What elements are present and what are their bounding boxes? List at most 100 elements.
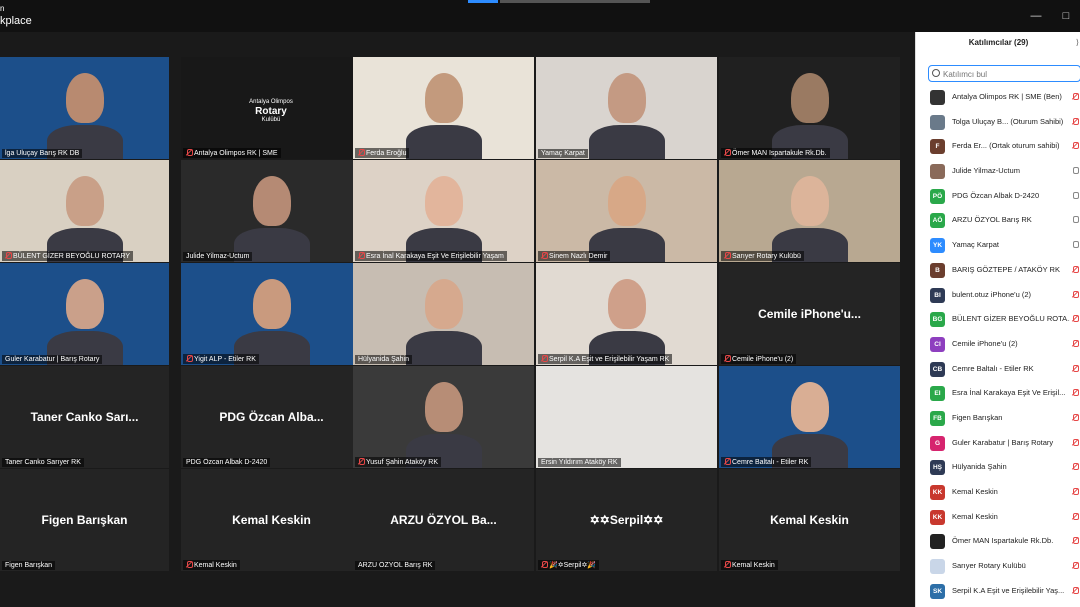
mic-icon[interactable] — [1072, 241, 1079, 249]
video-tile[interactable]: Kemal Keskin Kemal Keskin — [719, 469, 900, 571]
video-tile[interactable]: Ömer MAN Ispartakule Rk.Db. — [719, 57, 900, 159]
video-tile[interactable]: Kemal Keskin Kemal Keskin — [181, 469, 362, 571]
muted-mic-icon[interactable] — [1072, 488, 1079, 495]
muted-mic-icon[interactable] — [1072, 413, 1079, 421]
participant-row[interactable]: Antalya Olimpos RK | SME (Ben) — [916, 85, 1080, 110]
video-tile[interactable]: Cemile iPhone'u... Cemile iPhone'u (2) — [719, 263, 900, 365]
muted-mic-icon[interactable] — [1072, 315, 1079, 323]
avatar: EI — [930, 386, 945, 402]
participant-display-name: ARZU ÖZYOL Ba... — [390, 513, 497, 527]
video-tile[interactable]: ARZU ÖZYOL Ba... ARZU ÖZYOL Barış RK — [353, 469, 534, 571]
video-tile[interactable]: Guler Karabatur | Barış Rotary — [0, 263, 169, 365]
muted-mic-icon[interactable] — [1072, 438, 1079, 446]
mic-icon[interactable] — [1072, 216, 1079, 224]
video-tile[interactable]: Ersin Yıldırım Ataköy RK — [536, 366, 717, 468]
muted-mic-icon[interactable] — [1072, 512, 1079, 520]
participant-name-text: PDG Özcan Albak D-2420 — [186, 459, 268, 466]
participant-search[interactable] — [928, 65, 1080, 82]
participant-row[interactable]: HŞ Hülyanida Şahin — [916, 455, 1080, 480]
muted-mic-icon[interactable] — [1072, 93, 1079, 100]
minimize-icon[interactable]: — — [1028, 8, 1044, 24]
video-tile[interactable]: Antalya Olimpos Rotary Kulübü Antalya Olimp… — [181, 57, 362, 159]
video-tile[interactable]: Julide Yilmaz-Uctum — [181, 160, 362, 262]
participant-row[interactable]: CI Cemile iPhone'u (2) — [916, 332, 1080, 357]
video-tile[interactable]: Sinem Nazlı Demir — [536, 160, 717, 262]
video-tile[interactable]: Hülyanida Şahin — [353, 263, 534, 365]
video-tile[interactable]: Taner Canko Sarı... Taner Canko Sarıyer R… — [0, 366, 169, 468]
participant-name: Ömer MAN Ispartakule Rk.Db. — [952, 536, 1054, 546]
video-tile[interactable]: Yigit ALP - Etiler RK — [181, 263, 362, 365]
video-tile[interactable]: BÜLENT GİZER BEYOĞLU ROTARY — [0, 160, 169, 262]
muted-mic-icon[interactable] — [1072, 586, 1079, 594]
muted-mic-icon[interactable] — [1072, 339, 1079, 347]
video-tile[interactable]: PDG Özcan Alba... PDG Özcan Albak D-2420 — [181, 366, 362, 468]
participant-row[interactable]: B BARIŞ GÖZTEPE / ATAKÖY RK — [916, 258, 1080, 283]
participant-name-label: Kemal Keskin — [183, 560, 240, 570]
participant-row[interactable]: G Guler Karabatur | Barış Rotary — [916, 431, 1080, 456]
panel-collapse-icon[interactable]: ⟩ — [1076, 38, 1079, 47]
muted-mic-icon — [724, 149, 731, 156]
participant-name-text: Antalya Olimpos RK | SME — [194, 150, 278, 157]
muted-mic-icon[interactable] — [1072, 142, 1079, 150]
participant-name-text: lga Uluçay Barış RK DB — [5, 150, 80, 157]
participant-name: Tolga Uluçay B... (Oturum Sahibi) — [952, 116, 1064, 126]
search-input[interactable] — [943, 68, 1073, 80]
participant-row[interactable]: CB Cemre Baltalı - Etiler RK — [916, 357, 1080, 382]
muted-mic-icon[interactable] — [1072, 562, 1079, 570]
participant-name-label: Kemal Keskin — [721, 560, 778, 570]
participant-row[interactable]: KK Kemal Keskin — [916, 505, 1080, 530]
video-tile[interactable]: Yamaç Karpat — [536, 57, 717, 159]
participant-face — [790, 176, 829, 226]
participant-row[interactable]: PÖ PDG Özcan Albak D-2420 — [916, 184, 1080, 209]
video-tile[interactable]: Serpil K.A Eşit ve Erişilebilir Yaşam RK — [536, 263, 717, 365]
video-tile[interactable]: Sarıyer Rotary Kulübü — [719, 160, 900, 262]
participant-name: BARIŞ GÖZTEPE / ATAKÖY RK — [952, 264, 1060, 274]
video-tile[interactable]: ✡✡Serpil✡✡ 🎉✡Serpil✡🎉 — [536, 469, 717, 571]
participant-name: Cemre Baltalı - Etiler RK — [952, 363, 1034, 373]
participant-row[interactable]: AÖ ARZU ÖZYOL Barış RK — [916, 208, 1080, 233]
muted-mic-icon[interactable] — [1072, 117, 1079, 125]
muted-mic-icon[interactable] — [1072, 537, 1079, 545]
participant-row[interactable]: SK Serpil K.A Eşit ve Erişilebilir Yaş... — [916, 579, 1080, 604]
participant-row[interactable]: BI bulent.otuz iPhone'u (2) — [916, 283, 1080, 308]
participant-body — [405, 331, 482, 365]
participant-row[interactable]: Julide Yilmaz-Uctum — [916, 159, 1080, 184]
avatar — [930, 559, 945, 575]
video-tile[interactable]: lga Uluçay Barış RK DB — [0, 57, 169, 159]
video-tile[interactable]: Esra İnal Karakaya Eşit Ve Erişilebilir … — [353, 160, 534, 262]
participant-row[interactable]: EI Esra İnal Karakaya Eşit Ve Erişil... — [916, 381, 1080, 406]
muted-mic-icon[interactable] — [1072, 364, 1079, 372]
avatar: CB — [930, 361, 945, 377]
participant-name-label: Guler Karabatur | Barış Rotary — [2, 355, 103, 364]
video-tile[interactable]: Figen Barışkan Figen Barışkan — [0, 469, 169, 571]
muted-mic-icon — [724, 355, 731, 362]
muted-mic-icon[interactable] — [1072, 389, 1079, 397]
participant-row[interactable]: YK Yamaç Karpat — [916, 233, 1080, 258]
participant-name: Esra İnal Karakaya Eşit Ve Erişil... — [952, 388, 1066, 398]
participant-row[interactable]: Tolga Uluçay B... (Oturum Sahibi) — [916, 110, 1080, 135]
participant-name: Kemal Keskin — [952, 511, 998, 521]
participant-row[interactable]: FB Figen Barışkan — [916, 406, 1080, 431]
maximize-icon[interactable]: □ — [1058, 8, 1074, 24]
muted-mic-icon[interactable] — [1072, 290, 1079, 298]
muted-mic-icon — [541, 355, 548, 362]
avatar — [930, 90, 945, 105]
muted-mic-icon[interactable] — [1072, 265, 1079, 273]
participant-row[interactable]: KK Kemal Keskin — [916, 480, 1080, 505]
participant-name: Sarıyer Rotary Kulübü — [952, 561, 1026, 571]
video-tile[interactable]: Ferda Eroğlu — [353, 57, 534, 159]
toolbar-tab-indicator[interactable] — [468, 0, 498, 3]
participant-face — [65, 279, 104, 329]
participant-name: Cemile iPhone'u (2) — [952, 338, 1018, 348]
muted-mic-icon[interactable] — [1072, 463, 1079, 471]
toolbar-bar[interactable] — [500, 0, 650, 3]
participant-row[interactable]: Ömer MAN Ispartakule Rk.Db. — [916, 529, 1080, 554]
video-tile[interactable]: Cemre Baltalı - Etiler RK — [719, 366, 900, 468]
video-tile[interactable]: Yusuf Şahin Ataköy RK — [353, 366, 534, 468]
mic-icon[interactable] — [1072, 167, 1079, 175]
mic-icon[interactable] — [1072, 191, 1079, 199]
participant-row[interactable]: BG BÜLENT GİZER BEYOĞLU ROTA... — [916, 307, 1080, 332]
participant-display-name: Kemal Keskin — [770, 513, 849, 527]
participant-row[interactable]: F Ferda Er... (Ortak oturum sahibi) — [916, 134, 1080, 159]
participant-row[interactable]: Sarıyer Rotary Kulübü — [916, 554, 1080, 579]
